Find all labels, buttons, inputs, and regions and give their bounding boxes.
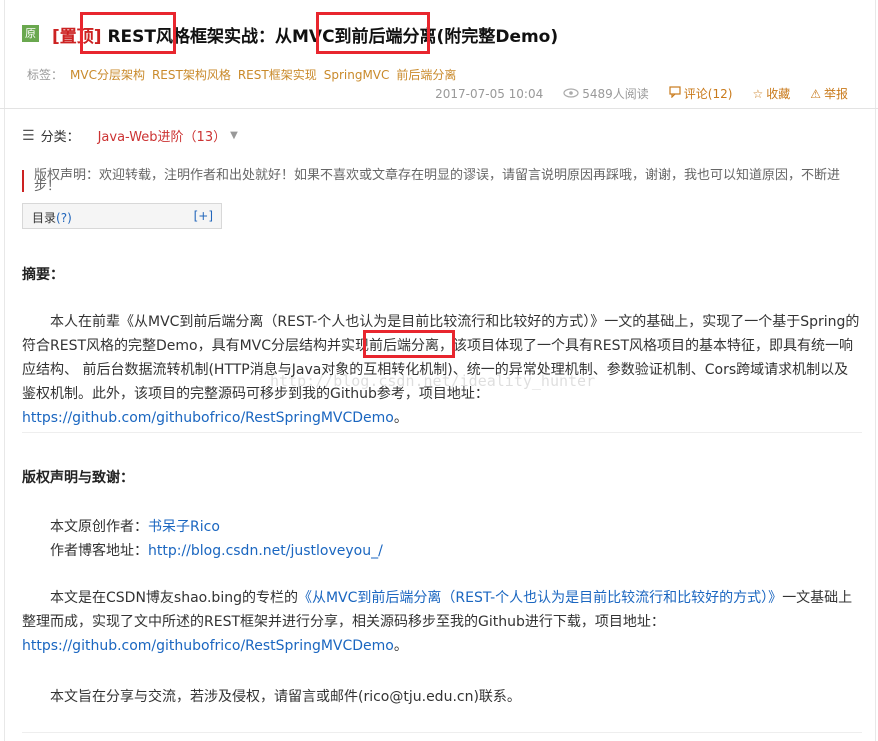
credits-text-end: 。 xyxy=(393,638,408,654)
list-icon: ☰ xyxy=(22,127,35,144)
highlight-box xyxy=(80,12,176,54)
blog-label: 作者博客地址： xyxy=(50,543,148,559)
tag-list: 标签： MVC分层架构 REST架构风格 REST框架实现 SpringMVC 前后端分离 xyxy=(27,66,456,83)
warning-icon: ⚠ xyxy=(810,86,821,101)
tag-link[interactable]: SpringMVC xyxy=(324,68,390,82)
tags-label: 标签： xyxy=(27,68,64,82)
abstract-end: 。 xyxy=(393,410,408,426)
author-line: 本文原创作者：书呆子Rico xyxy=(50,516,220,536)
comments-text: 评论(12) xyxy=(683,87,733,101)
divider xyxy=(22,732,862,733)
divider xyxy=(22,432,862,433)
article-meta: 2017-07-05 10:04 5489人阅读 评论(12) ☆ 收藏 ⚠ 举… xyxy=(435,85,848,102)
github-link-2[interactable]: https://github.com/githubofrico/RestSpri… xyxy=(22,638,394,654)
comment-icon xyxy=(669,86,681,101)
eye-icon xyxy=(563,87,579,101)
category-label: 分类： xyxy=(40,130,80,145)
table-of-contents[interactable]: 目录(?) [+] xyxy=(22,203,222,229)
views-text: 5489人阅读 xyxy=(582,87,649,101)
credits-paragraph: 本文是在CSDN博友shao.bing的专栏的《从MVC到前后端分离（REST-… xyxy=(22,586,860,658)
tag-link[interactable]: REST框架实现 xyxy=(238,68,317,82)
tag-link[interactable]: MVC分层架构 xyxy=(70,68,145,82)
abstract-heading: 摘要： xyxy=(22,267,64,283)
publish-date: 2017-07-05 10:04 xyxy=(435,86,544,101)
original-badge: 原 xyxy=(22,25,39,42)
favorite-text: 收藏 xyxy=(766,87,791,101)
category-value[interactable]: Java-Web进阶（13） xyxy=(98,126,227,145)
chevron-down-icon: ▼ xyxy=(230,130,238,141)
contact-line: 本文旨在分享与交流，若涉及侵权，请留言或邮件(rico@tju.edu.cn)联… xyxy=(50,689,521,705)
favorite-button[interactable]: ☆ 收藏 xyxy=(752,85,790,102)
report-button[interactable]: ⚠ 举报 xyxy=(810,85,848,102)
toc-toggle-button[interactable]: [+] xyxy=(194,209,213,223)
author-label: 本文原创作者： xyxy=(50,519,148,535)
copyright-notice: 版权声明：欢迎转载，注明作者和出处就好！如果不喜欢或文章存在明显的谬误，请留言说… xyxy=(22,169,864,193)
credits-heading: 版权声明与致谢： xyxy=(22,470,134,486)
watermark: http://blog.csdn.net/ideality_hunter xyxy=(270,372,596,390)
view-count: 5489人阅读 xyxy=(563,85,649,102)
github-link[interactable]: https://github.com/githubofrico/RestSpri… xyxy=(22,410,394,426)
toc-label: 目录 xyxy=(32,211,57,225)
source-article-link[interactable]: 《从MVC到前后端分离（REST-个人也认为是目前比较流行和比较好的方式）》 xyxy=(298,590,782,606)
star-icon: ☆ xyxy=(752,86,764,101)
comments-link[interactable]: 评论(12) xyxy=(669,85,733,102)
highlight-box xyxy=(363,330,455,358)
blog-link[interactable]: http://blog.csdn.net/justloveyou_/ xyxy=(148,543,383,559)
blog-line: 作者博客地址：http://blog.csdn.net/justloveyou_… xyxy=(50,540,383,560)
abstract-paragraph: 本人在前辈《从MVC到前后端分离（REST-个人也认为是目前比较流行和比较好的方… xyxy=(22,310,860,430)
category-selector[interactable]: ☰ 分类： Java-Web进阶（13） ▼ xyxy=(22,126,238,146)
tag-link[interactable]: REST架构风格 xyxy=(152,68,231,82)
toc-help-link[interactable]: (?) xyxy=(56,211,72,225)
report-text: 举报 xyxy=(823,87,848,101)
credits-text-start: 本文是在CSDN博友shao.bing的专栏的 xyxy=(50,590,298,606)
tag-link[interactable]: 前后端分离 xyxy=(396,68,456,82)
author-link[interactable]: 书呆子Rico xyxy=(148,519,220,535)
toc-label-wrap: 目录(?) xyxy=(32,209,72,226)
highlight-box xyxy=(316,12,430,54)
